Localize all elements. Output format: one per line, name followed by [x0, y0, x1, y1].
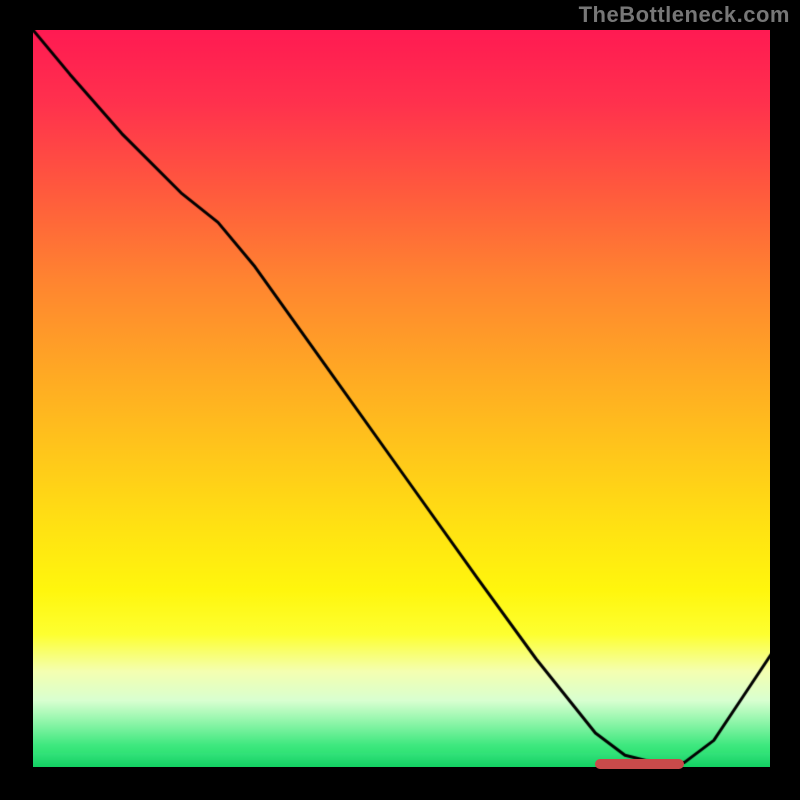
plot-area: [30, 30, 770, 770]
chart-container: TheBottleneck.com: [0, 0, 800, 800]
optimal-range-marker: [595, 759, 684, 769]
bottleneck-curve: [33, 30, 773, 770]
attribution-text: TheBottleneck.com: [579, 2, 790, 28]
